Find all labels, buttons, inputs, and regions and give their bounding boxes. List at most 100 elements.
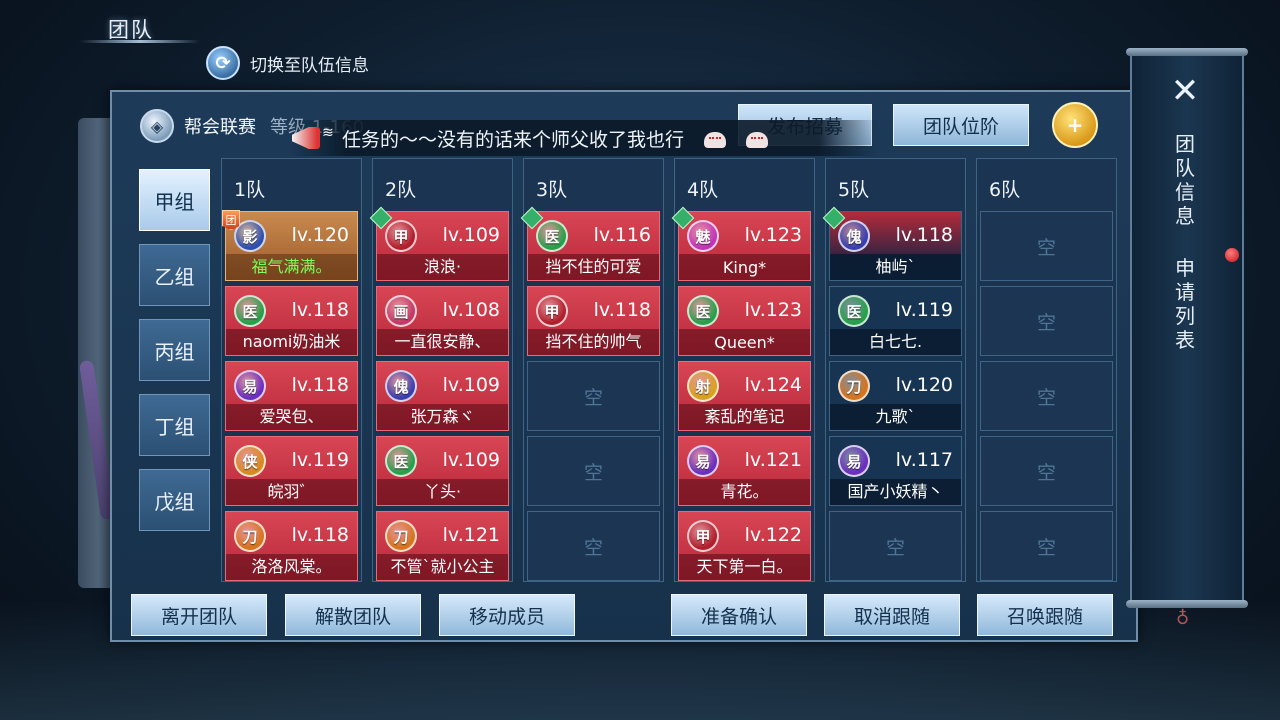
move-member-button[interactable]: 移动成员: [439, 594, 575, 636]
title-swoosh-decoration: [80, 40, 200, 43]
empty-slot[interactable]: 空: [527, 511, 660, 581]
member-name: 挡不住的可爱: [545, 257, 642, 276]
sect-icon: 医: [687, 295, 719, 327]
team-label: 5队: [838, 179, 870, 201]
sect-icon: 甲: [536, 295, 568, 327]
member-name: 白七七.: [868, 332, 923, 351]
member-level: lv.124: [744, 374, 802, 396]
empty-slot[interactable]: 空: [527, 361, 660, 431]
member-level: lv.118: [291, 524, 349, 546]
team-label: 2队: [385, 179, 417, 201]
member-level: lv.118: [895, 224, 953, 246]
member-slot[interactable]: 甲 lv.118 挡不住的帅气: [527, 286, 660, 356]
member-level: lv.123: [744, 299, 802, 321]
member-slot[interactable]: 刀 lv.118 洛洛风棠。: [225, 511, 358, 581]
add-friend-icon[interactable]: +: [1052, 102, 1098, 148]
member-slot[interactable]: 医 lv.118 naomi奶油米: [225, 286, 358, 356]
team-label: 3队: [536, 179, 568, 201]
group-tab[interactable]: 甲组: [139, 169, 210, 231]
member-slot[interactable]: 甲 lv.109 浪浪·: [369, 206, 509, 281]
switch-to-party-button[interactable]: ⟳ 切换至队伍信息: [206, 46, 369, 80]
leave-team-button[interactable]: 离开团队: [131, 594, 267, 636]
member-level: lv.116: [593, 224, 651, 246]
team-label: 6队: [989, 179, 1021, 201]
member-level: lv.123: [744, 224, 802, 246]
empty-slot[interactable]: 空: [980, 286, 1113, 356]
member-slot[interactable]: 易 lv.121 青花。: [678, 436, 811, 506]
notification-dot: [1225, 248, 1239, 262]
summon-follow-button[interactable]: 召唤跟随: [977, 594, 1113, 636]
member-name: 丫头·: [423, 482, 462, 501]
team-column: 3队医 lv.116 挡不住的可爱甲 lv.118 挡不住的帅气空空空: [520, 158, 664, 582]
member-slot[interactable]: 侠 lv.119 皖羽゛: [225, 436, 358, 506]
sect-icon: 刀: [838, 370, 870, 402]
member-slot[interactable]: 射 lv.124 紊乱的笔记: [678, 361, 811, 431]
member-slot[interactable]: 傀 lv.118 柚屿`: [822, 206, 962, 281]
member-slot[interactable]: 医 lv.119 白七七.: [829, 286, 962, 356]
league-name: 帮会联赛: [184, 117, 256, 138]
empty-slot[interactable]: 空: [980, 361, 1113, 431]
team-column: 2队甲 lv.109 浪浪· 画 lv.108 一直很安静、傀 lv.109 张万森ヾ医 lv.…: [369, 158, 513, 582]
sect-icon: 画: [385, 295, 417, 327]
member-slot[interactable]: 傀 lv.109 张万森ヾ: [376, 361, 509, 431]
broadcast-banner: ≋ 任务的～～没有的话来个师父收了我也行: [288, 120, 878, 156]
broadcast-message: 任务的～～没有的话来个师父收了我也行: [342, 125, 769, 152]
tab-team-info[interactable]: 团队信息: [1172, 132, 1198, 228]
emoji-icon: [746, 132, 769, 148]
sect-icon: 医: [385, 445, 417, 477]
member-slot[interactable]: 刀 lv.121 不管`就小公主: [376, 511, 509, 581]
member-level: lv.119: [291, 449, 349, 471]
member-slot[interactable]: 魅 lv.123 King*: [671, 206, 811, 281]
member-slot[interactable]: 医 lv.109 丫头·: [376, 436, 509, 506]
member-level: lv.120: [895, 374, 953, 396]
sect-icon: 傀: [838, 220, 870, 252]
member-name: 一直很安静、: [394, 332, 491, 351]
member-level: lv.121: [744, 449, 802, 471]
empty-slot[interactable]: 空: [829, 511, 962, 581]
member-name: 爱哭包、: [259, 407, 324, 426]
member-level: lv.117: [895, 449, 953, 471]
cancel-follow-button[interactable]: 取消跟随: [824, 594, 960, 636]
tassel-ornament: ♁: [1176, 608, 1190, 629]
member-slot[interactable]: 影 lv.120 福气满满。团: [222, 210, 358, 281]
group-tab[interactable]: 戊组: [139, 469, 210, 531]
scroll-rod-top: [1126, 48, 1248, 56]
member-level: lv.118: [593, 299, 651, 321]
leader-badge-icon: 团: [222, 210, 240, 230]
group-tab[interactable]: 丙组: [139, 319, 210, 381]
sect-icon: 魅: [687, 220, 719, 252]
member-slot[interactable]: 易 lv.118 爱哭包、: [225, 361, 358, 431]
empty-slot[interactable]: 空: [980, 511, 1113, 581]
member-slot[interactable]: 医 lv.123 Queen*: [678, 286, 811, 356]
team-column: 6队空空空空空: [976, 158, 1117, 582]
empty-slot[interactable]: 空: [980, 211, 1113, 281]
member-slot[interactable]: 画 lv.108 一直很安静、: [376, 286, 509, 356]
group-tab[interactable]: 乙组: [139, 244, 210, 306]
member-slot[interactable]: 医 lv.116 挡不住的可爱: [520, 206, 660, 281]
sect-icon: 傀: [385, 370, 417, 402]
emoji-icon: [704, 132, 727, 148]
member-slot[interactable]: 刀 lv.120 九歌`: [829, 361, 962, 431]
member-name: 国产小妖精丶: [847, 482, 944, 501]
sect-icon: 易: [234, 370, 266, 402]
member-name: 皖羽゛: [267, 482, 316, 501]
team-rank-button[interactable]: 团队位阶: [893, 104, 1029, 146]
team-label: 1队: [234, 179, 266, 201]
member-name: 不管`就小公主: [390, 557, 495, 576]
empty-slot[interactable]: 空: [527, 436, 660, 506]
ready-check-button[interactable]: 准备确认: [671, 594, 807, 636]
member-name: 紊乱的笔记: [704, 407, 785, 426]
close-icon[interactable]: ✕: [1168, 74, 1202, 108]
team-column: 4队魅 lv.123 King* 医 lv.123 Queen* 射 lv.124 紊乱的笔记易…: [671, 158, 815, 582]
team-column: 5队傀 lv.118 柚屿` 医 lv.119 白七七. 刀 lv.120 九歌` 易 lv.117…: [822, 158, 966, 582]
switch-label: 切换至队伍信息: [250, 55, 369, 76]
member-level: lv.109: [442, 374, 500, 396]
member-name: 浪浪·: [423, 257, 462, 276]
member-name: 九歌`: [875, 407, 916, 426]
empty-slot[interactable]: 空: [980, 436, 1113, 506]
disband-team-button[interactable]: 解散团队: [285, 594, 421, 636]
member-slot[interactable]: 甲 lv.122 天下第一白。: [678, 511, 811, 581]
group-tab[interactable]: 丁组: [139, 394, 210, 456]
member-slot[interactable]: 易 lv.117 国产小妖精丶: [829, 436, 962, 506]
tab-apply-list[interactable]: 申请列表: [1172, 256, 1198, 352]
